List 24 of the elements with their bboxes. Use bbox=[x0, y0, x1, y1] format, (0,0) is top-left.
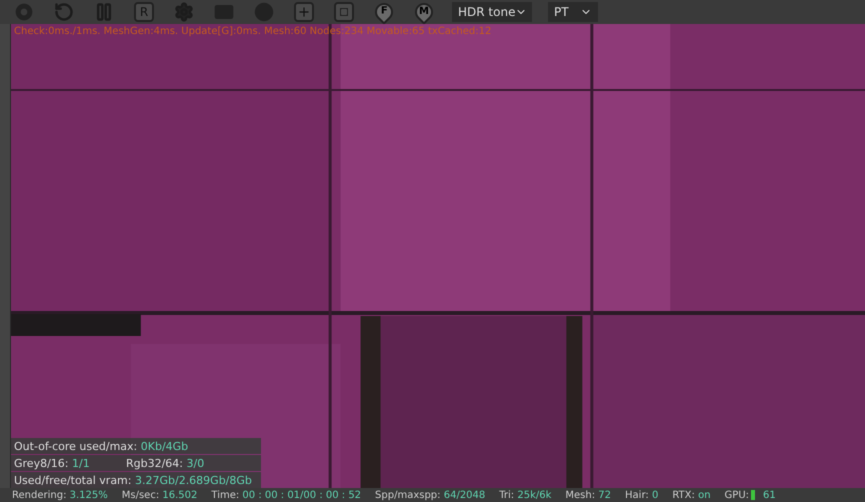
settings-icon[interactable] bbox=[174, 2, 194, 22]
block-icon[interactable] bbox=[214, 5, 234, 19]
pause-icon[interactable] bbox=[94, 2, 114, 22]
status-text: Ms/sec: 16.502 bbox=[122, 490, 198, 500]
status-text: GPU: 61 bbox=[724, 490, 776, 500]
status-text: Hair: 0 bbox=[625, 490, 658, 500]
status-text: RTX: on bbox=[672, 490, 711, 500]
dropdown[interactable]: PT bbox=[548, 2, 598, 22]
rotate-icon[interactable] bbox=[54, 2, 74, 22]
stat-text: Rgb32/64: 3/0 bbox=[126, 456, 206, 470]
square-icon[interactable] bbox=[334, 2, 354, 22]
status-text: Tri: 25k/6k bbox=[499, 490, 552, 500]
stat-text: Out-of-core used/max: 0Kb/4Gb bbox=[14, 440, 188, 452]
render-button[interactable]: R bbox=[134, 2, 154, 22]
gpu-meter-icon bbox=[751, 490, 756, 500]
status-text: Mesh: 72 bbox=[565, 490, 612, 500]
stat-text: Grey8/16: 1/1 bbox=[14, 456, 91, 470]
add-icon[interactable] bbox=[294, 2, 314, 22]
sphere-icon[interactable] bbox=[254, 2, 274, 22]
dropdown[interactable]: HDR tone bbox=[452, 2, 532, 22]
stat-text: Used/free/total vram: 3.27Gb/2.689Gb/8Gb bbox=[14, 474, 252, 486]
status-text: Time: 00 : 00 : 01/00 : 00 : 52 bbox=[211, 490, 362, 500]
status-text: Spp/maxspp: 64/2048 bbox=[375, 490, 486, 500]
status-text: Rendering: 3.125% bbox=[12, 490, 108, 500]
